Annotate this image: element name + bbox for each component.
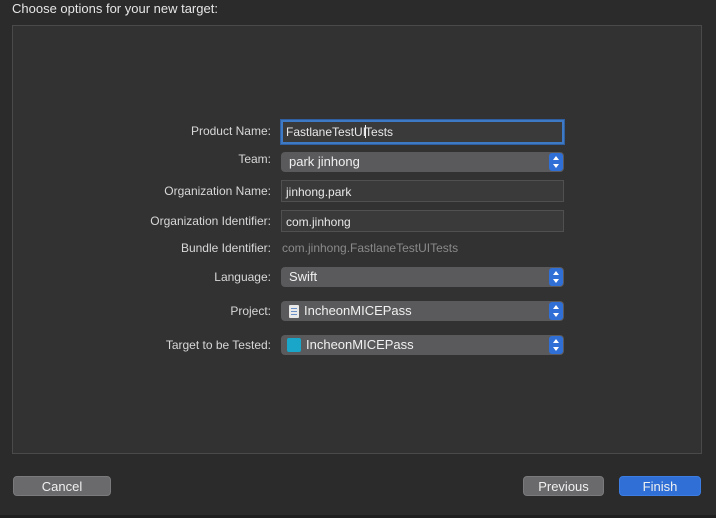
organization-identifier-value: com.jinhong <box>286 215 351 229</box>
dialog-title: Choose options for your new target: <box>12 1 218 16</box>
language-value: Swift <box>289 269 318 284</box>
product-name-label: Product Name: <box>190 124 271 138</box>
project-label: Project: <box>230 304 271 318</box>
popup-arrows-icon <box>549 336 563 354</box>
team-value: park jinhong <box>289 154 360 169</box>
organization-name-field[interactable]: jinhong.park <box>281 180 564 202</box>
previous-button[interactable]: Previous <box>523 476 604 496</box>
organization-name-value: jinhong.park <box>286 185 352 199</box>
popup-arrows-icon <box>549 268 563 286</box>
finish-button[interactable]: Finish <box>619 476 701 496</box>
language-label: Language: <box>214 270 271 284</box>
organization-name-label: Organization Name: <box>164 184 271 198</box>
bundle-identifier-value: com.jinhong.FastlaneTestUITests <box>282 241 459 255</box>
product-name-text-after: Tests <box>365 125 394 139</box>
organization-identifier-label: Organization Identifier: <box>150 214 271 228</box>
target-popup[interactable]: IncheonMICEPass <box>281 335 564 355</box>
cancel-button[interactable]: Cancel <box>13 476 111 496</box>
organization-identifier-field[interactable]: com.jinhong <box>281 210 564 232</box>
product-name-text-before: FastlaneTestUI <box>286 125 367 139</box>
language-popup[interactable]: Swift <box>281 267 564 287</box>
product-name-field[interactable]: FastlaneTestUITests <box>281 120 564 144</box>
options-panel <box>12 25 702 454</box>
file-icon <box>289 305 299 318</box>
target-label: Target to be Tested: <box>165 338 271 352</box>
app-icon <box>287 338 301 352</box>
target-value: IncheonMICEPass <box>306 337 414 352</box>
team-popup[interactable]: park jinhong <box>281 152 564 172</box>
popup-arrows-icon <box>549 302 563 320</box>
team-label: Team: <box>238 152 271 166</box>
project-value: IncheonMICEPass <box>304 303 412 318</box>
project-popup[interactable]: IncheonMICEPass <box>281 301 564 321</box>
bundle-identifier-label: Bundle Identifier: <box>180 241 271 255</box>
popup-arrows-icon <box>549 153 563 171</box>
